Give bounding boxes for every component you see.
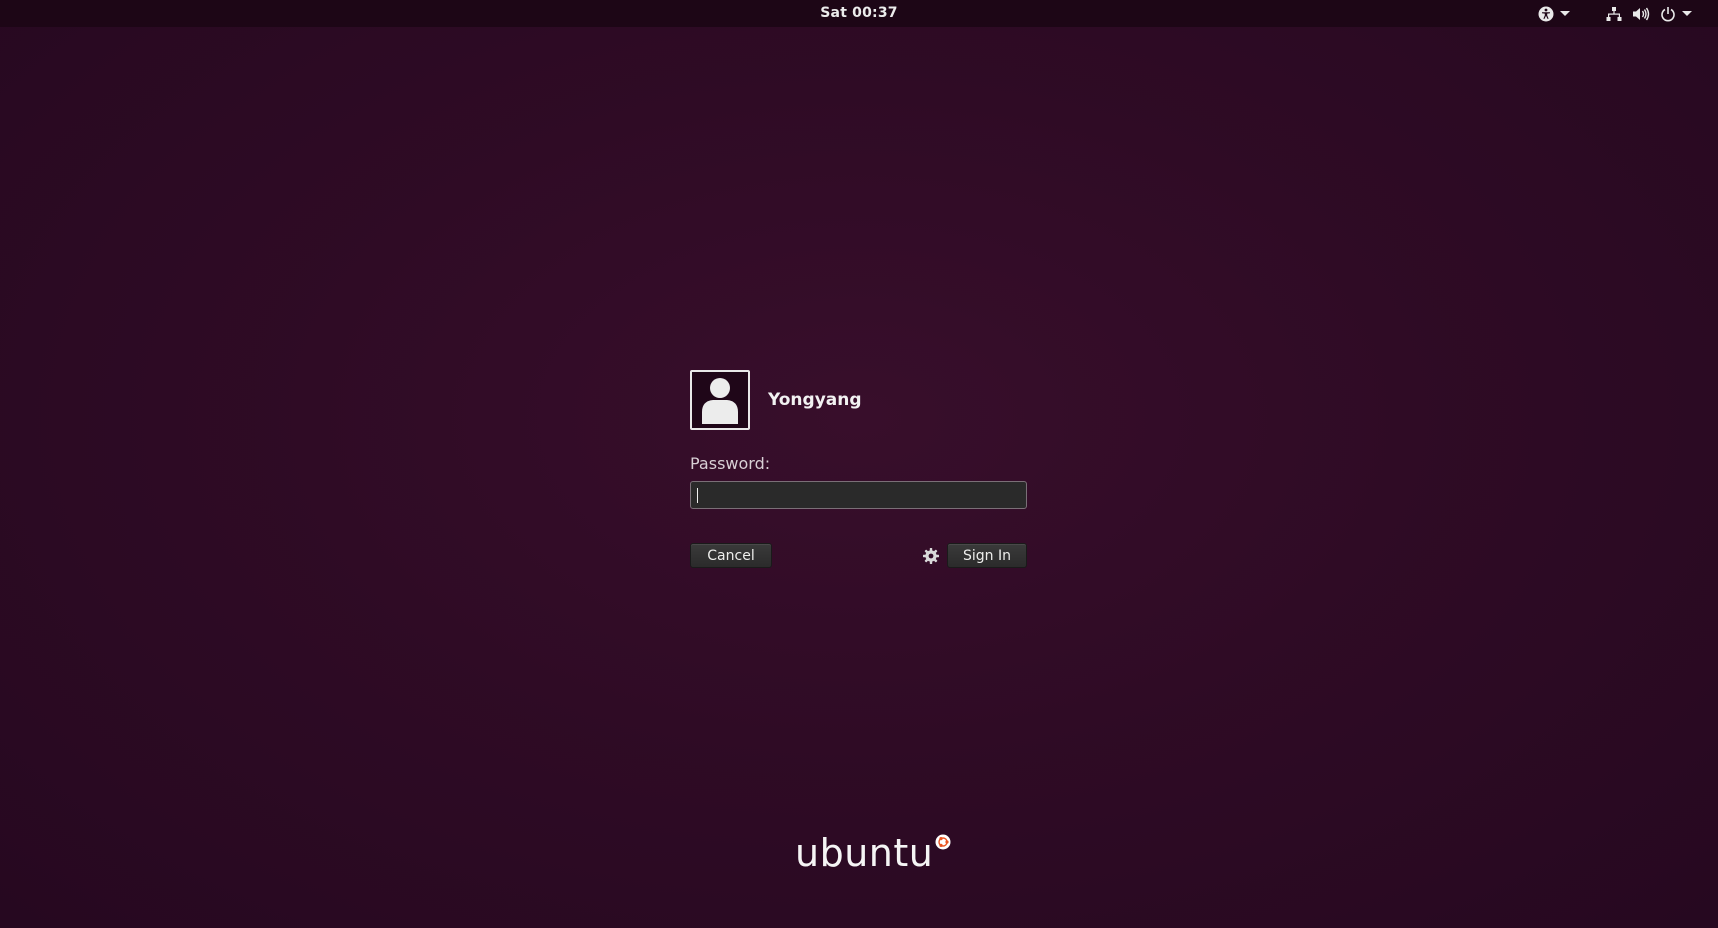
user-row[interactable]: Yongyang — [690, 368, 1027, 432]
chevron-down-icon — [1560, 10, 1570, 17]
circle-of-friends-icon — [935, 834, 951, 854]
clock[interactable]: Sat 00:37 — [0, 5, 1718, 21]
username: Yongyang — [768, 390, 862, 410]
top-panel: Sat 00:37 — [0, 0, 1718, 27]
chevron-down-icon — [1682, 10, 1692, 17]
volume-icon — [1632, 6, 1650, 22]
power-icon — [1660, 6, 1676, 22]
cancel-button[interactable]: Cancel — [690, 543, 772, 568]
accessibility-icon — [1538, 6, 1554, 22]
system-menu[interactable] — [1606, 0, 1692, 27]
password-field[interactable] — [690, 481, 1027, 509]
user-icon — [697, 374, 743, 428]
avatar — [690, 370, 750, 430]
network-icon — [1606, 6, 1622, 22]
password-label: Password: — [690, 454, 771, 473]
button-row: Cancel Sign In — [690, 543, 1027, 569]
ubuntu-logo: ubuntu — [795, 831, 951, 882]
login-screen: Sat 00:37 Yongyang Password: Cancel Sign… — [0, 0, 1718, 928]
text-cursor — [697, 487, 698, 503]
accessibility-menu[interactable] — [1538, 0, 1570, 27]
login-dialog: Yongyang Password: Cancel Sign In — [690, 368, 1027, 569]
gear-icon[interactable] — [922, 547, 940, 565]
sign-in-button[interactable]: Sign In — [947, 543, 1027, 568]
logo-text: ubuntu — [795, 831, 934, 875]
